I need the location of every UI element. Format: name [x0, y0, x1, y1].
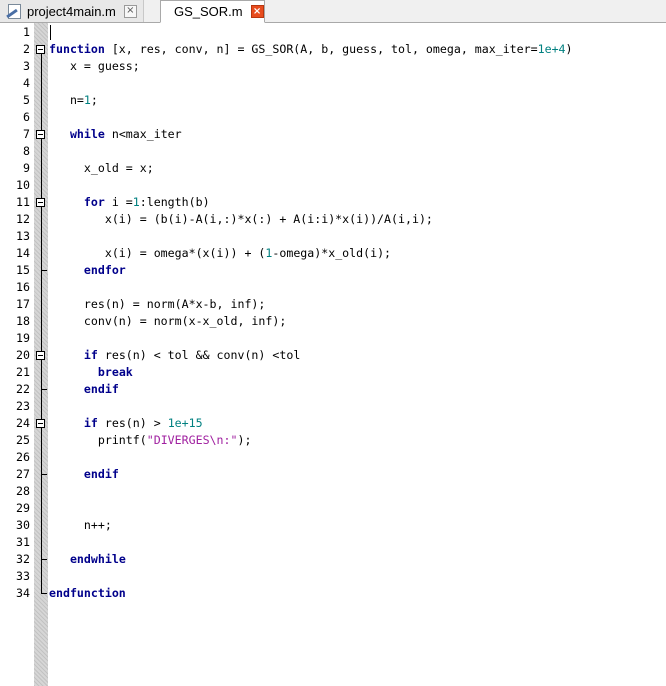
line-number: 4: [23, 76, 30, 90]
code-line[interactable]: 12 x(i) = (b(i)-A(i,:)*x(:) + A(i:i)*x(i…: [0, 211, 666, 228]
code-line[interactable]: 14 x(i) = omega*(x(i)) + (1-omega)*x_old…: [0, 245, 666, 262]
code-line[interactable]: 4: [0, 75, 666, 92]
code-text: endfunction: [49, 586, 126, 600]
code-line[interactable]: 6: [0, 109, 666, 126]
code-line[interactable]: 7 while n<max_iter: [0, 126, 666, 143]
line-number: 23: [16, 399, 30, 413]
line-number: 28: [16, 484, 30, 498]
code-line[interactable]: 11 for i =1:length(b): [0, 194, 666, 211]
code-text: if res(n) < tol && conv(n) <tol: [83, 348, 301, 362]
line-number: 27: [16, 467, 30, 481]
code-text: break: [97, 365, 133, 379]
code-editor[interactable]: 1 2 function [x, res, conv, n] = GS_SOR(A,…: [0, 23, 666, 686]
line-number: 19: [16, 331, 30, 345]
line-number: 3: [23, 59, 30, 73]
line-number: 33: [16, 569, 30, 583]
tab-label: GS_SOR.m: [174, 4, 243, 19]
code-line[interactable]: 34 endfunction: [0, 585, 666, 602]
code-text: endif: [83, 467, 119, 481]
line-number: 2: [23, 42, 30, 56]
line-number: 8: [23, 144, 30, 158]
close-icon[interactable]: ×: [123, 4, 137, 18]
code-line[interactable]: 18 conv(n) = norm(x-x_old, inf);: [0, 313, 666, 330]
tab-gs-sor[interactable]: GS_SOR.m ×: [160, 0, 265, 23]
code-line[interactable]: 21 break: [0, 364, 666, 381]
tab-project4main[interactable]: project4main.m ×: [0, 0, 144, 22]
line-number: 21: [16, 365, 30, 379]
code-text: conv(n) = norm(x-x_old, inf);: [49, 314, 287, 328]
code-line[interactable]: 31: [0, 534, 666, 551]
line-number: 14: [16, 246, 30, 260]
code-text: n++;: [49, 518, 112, 532]
line-number: 20: [16, 348, 30, 362]
line-number: 11: [16, 195, 30, 209]
code-text: endfor: [83, 263, 126, 277]
code-line[interactable]: 20 if res(n) < tol && conv(n) <tol: [0, 347, 666, 364]
code-line[interactable]: 23: [0, 398, 666, 415]
line-number: 13: [16, 229, 30, 243]
code-line[interactable]: 3 x = guess;: [0, 58, 666, 75]
code-line[interactable]: 1: [0, 24, 666, 41]
line-number: 24: [16, 416, 30, 430]
code-line[interactable]: 32 endwhile: [0, 551, 666, 568]
line-number: 7: [23, 127, 30, 141]
code-text: if res(n) > 1e+15: [83, 416, 203, 430]
line-number: 30: [16, 518, 30, 532]
line-number: 17: [16, 297, 30, 311]
code-line[interactable]: 28: [0, 483, 666, 500]
code-line[interactable]: 33: [0, 568, 666, 585]
code-text: while n<max_iter: [69, 127, 182, 141]
text-cursor: [50, 25, 51, 40]
line-number: 1: [23, 25, 30, 39]
code-line[interactable]: 29: [0, 500, 666, 517]
code-text: x = guess;: [49, 59, 140, 73]
line-number: 12: [16, 212, 30, 226]
code-text: x_old = x;: [49, 161, 154, 175]
line-number: 5: [23, 93, 30, 107]
code-line[interactable]: 15 endfor: [0, 262, 666, 279]
code-line[interactable]: 10: [0, 177, 666, 194]
code-text: x(i) = omega*(x(i)) + (1-omega)*x_old(i)…: [49, 246, 392, 260]
code-text: endif: [83, 382, 119, 396]
line-number: 34: [16, 586, 30, 600]
code-text: x(i) = (b(i)-A(i,:)*x(:) + A(i:i)*x(i))/…: [49, 212, 433, 226]
line-number: 29: [16, 501, 30, 515]
tab-label: project4main.m: [27, 3, 116, 19]
line-number: 18: [16, 314, 30, 328]
code-text: res(n) = norm(A*x-b, inf);: [49, 297, 266, 311]
line-number: 31: [16, 535, 30, 549]
close-icon[interactable]: ×: [250, 5, 264, 18]
editor-tab-bar: project4main.m × GS_SOR.m ×: [0, 0, 666, 23]
code-line[interactable]: 27 endif: [0, 466, 666, 483]
code-line[interactable]: 2 function [x, res, conv, n] = GS_SOR(A, …: [0, 41, 666, 58]
code-line[interactable]: 9 x_old = x;: [0, 160, 666, 177]
code-line[interactable]: 30 n++;: [0, 517, 666, 534]
line-number: 6: [23, 110, 30, 124]
line-number: 32: [16, 552, 30, 566]
code-line[interactable]: 26: [0, 449, 666, 466]
line-number: 25: [16, 433, 30, 447]
code-text: endwhile: [69, 552, 126, 566]
line-number: 9: [23, 161, 30, 175]
line-number: 10: [16, 178, 30, 192]
code-line[interactable]: 8: [0, 143, 666, 160]
code-text: printf("DIVERGES\n:");: [49, 433, 252, 447]
code-line[interactable]: 13: [0, 228, 666, 245]
code-line[interactable]: 24 if res(n) > 1e+15: [0, 415, 666, 432]
line-number: 26: [16, 450, 30, 464]
code-line[interactable]: 22 endif: [0, 381, 666, 398]
code-text: for i =1:length(b): [83, 195, 210, 209]
code-line[interactable]: 25 printf("DIVERGES\n:");: [0, 432, 666, 449]
file-icon: [6, 3, 22, 19]
code-line[interactable]: 16: [0, 279, 666, 296]
code-line[interactable]: 17 res(n) = norm(A*x-b, inf);: [0, 296, 666, 313]
line-number: 15: [16, 263, 30, 277]
code-line[interactable]: 5 n=1;: [0, 92, 666, 109]
code-text: n=1;: [49, 93, 98, 107]
line-number: 16: [16, 280, 30, 294]
code-text: function [x, res, conv, n] = GS_SOR(A, b…: [49, 42, 573, 56]
line-number: 22: [16, 382, 30, 396]
code-line[interactable]: 19: [0, 330, 666, 347]
